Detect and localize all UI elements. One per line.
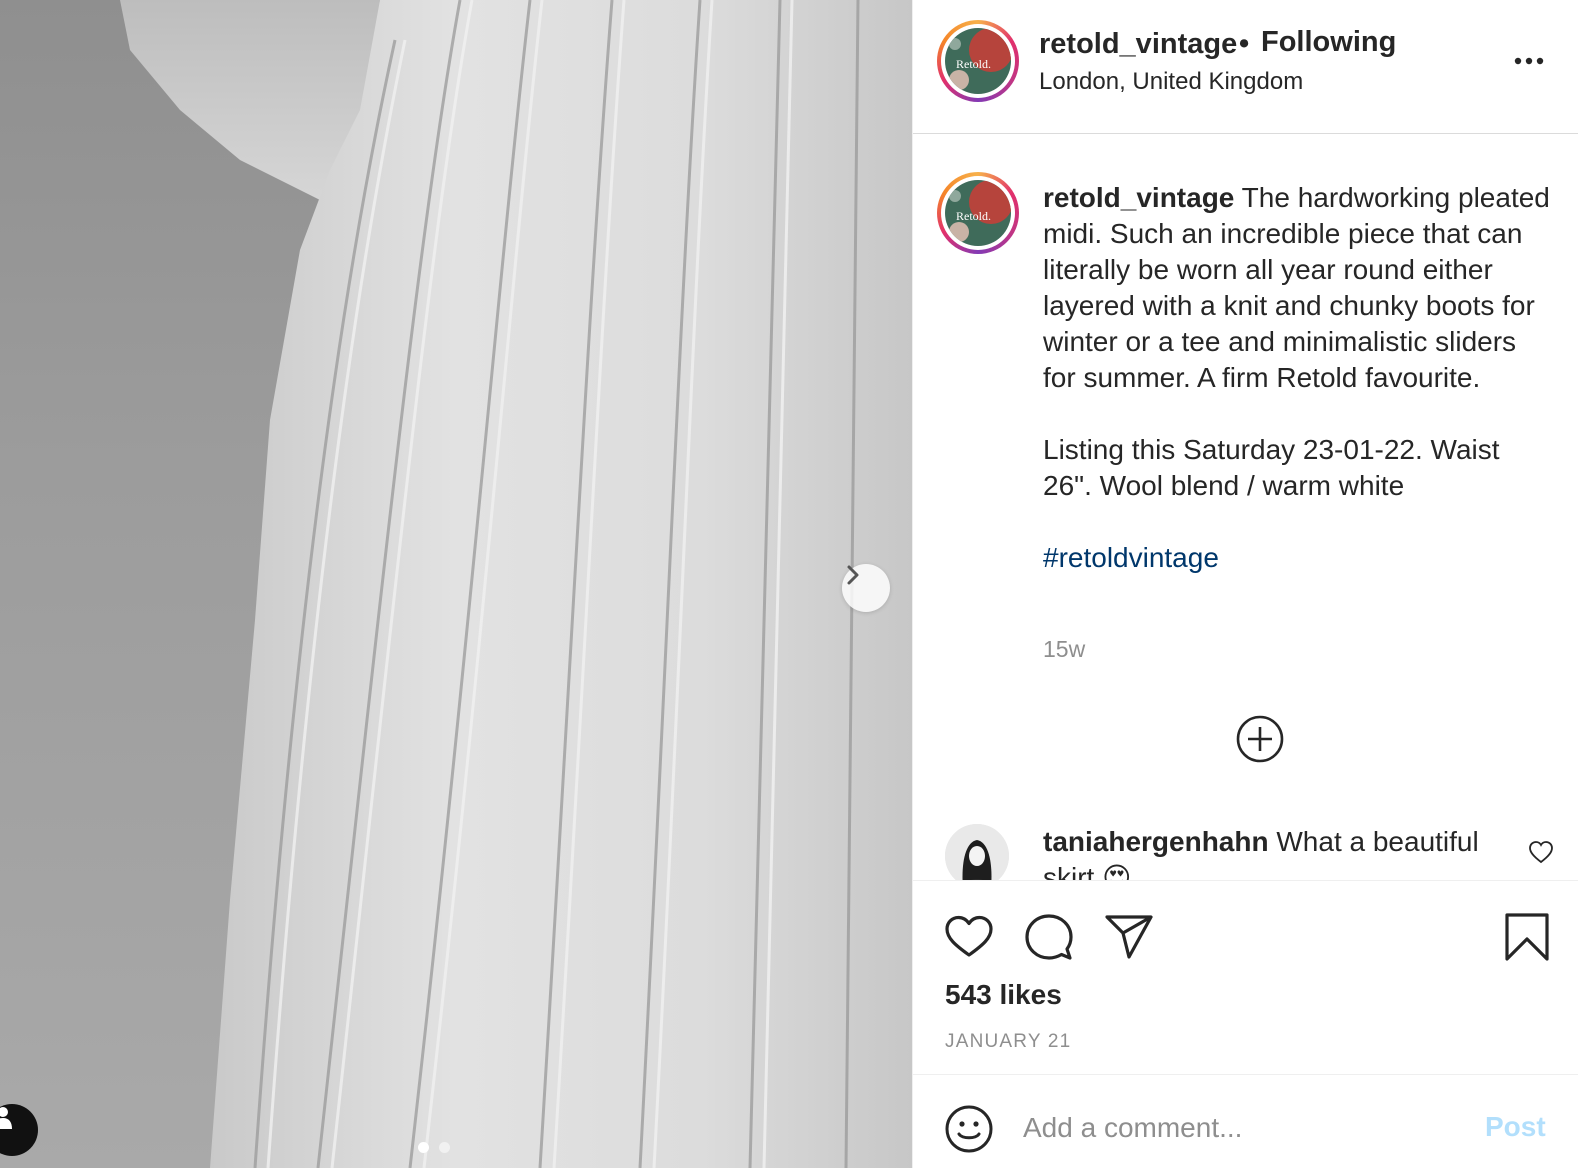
post-actions: 543 likes JANUARY 21 <box>913 880 1578 1074</box>
following-button[interactable]: Following <box>1261 26 1396 59</box>
header-username[interactable]: retold_vintage <box>1039 28 1237 61</box>
emoji-button[interactable] <box>943 1103 995 1155</box>
paper-plane-icon <box>1105 915 1153 959</box>
comments-section[interactable]: Retold. retold_vintage The hardworking p… <box>913 134 1578 880</box>
post-details-panel: Retold. retold_vintage • Following Londo… <box>912 0 1578 1168</box>
caption-age: 15w <box>1043 636 1086 662</box>
post-date[interactable]: JANUARY 21 <box>945 1031 1071 1053</box>
caption-paragraph-2: Listing this Saturday 23-01-22. Waist 26… <box>1043 434 1500 501</box>
next-image-button[interactable] <box>842 564 890 612</box>
retold-logo-icon: Retold. <box>945 180 1011 246</box>
comment-username[interactable]: taniahergenhahn <box>1043 826 1269 857</box>
post-comment-button[interactable]: Post <box>1485 1111 1546 1143</box>
svg-text:Retold.: Retold. <box>956 57 991 71</box>
pleated-skirt-image <box>120 0 912 1168</box>
post-photo[interactable] <box>0 0 912 1168</box>
plus-circle-icon <box>1236 715 1284 763</box>
add-comment-bar: Post <box>913 1074 1578 1168</box>
caption-paragraph-1: The hardworking pleated midi. Such an in… <box>1043 182 1550 393</box>
bookmark-icon <box>1505 913 1549 961</box>
like-button[interactable] <box>943 911 995 963</box>
carousel-dot <box>439 1142 450 1153</box>
smiley-icon <box>945 1105 993 1153</box>
comment-item: taniahergenhahn What a beautiful skirt 😍 <box>945 824 1565 880</box>
svg-text:Retold.: Retold. <box>956 209 991 223</box>
load-more-comments-button[interactable] <box>1235 714 1285 764</box>
carousel-dot-active <box>418 1142 429 1153</box>
more-options-button[interactable] <box>1511 46 1547 76</box>
chevron-right-icon <box>847 565 859 585</box>
share-button[interactable] <box>1103 911 1155 963</box>
commenter-photo <box>945 824 1009 880</box>
comment-input[interactable] <box>1023 1105 1453 1151</box>
post-location[interactable]: London, United Kingdom <box>1039 68 1303 96</box>
more-horizontal-icon <box>1514 57 1544 65</box>
hashtag-link[interactable]: #retoldvintage <box>1043 542 1219 573</box>
comment-like-button[interactable] <box>1527 838 1555 866</box>
retold-logo-icon: Retold. <box>945 28 1011 94</box>
user-tag-icon <box>0 1107 12 1129</box>
profile-avatar[interactable]: Retold. <box>937 20 1019 102</box>
heart-outline-icon <box>1529 841 1553 864</box>
heart-icon <box>945 915 993 957</box>
likes-count[interactable]: 543 likes <box>945 979 1062 1011</box>
post-caption: retold_vintage The hardworking pleated m… <box>1043 180 1553 612</box>
commenter-avatar[interactable] <box>945 824 1009 880</box>
save-button[interactable] <box>1501 911 1553 963</box>
comment-bubble-icon <box>1025 914 1073 960</box>
carousel-indicator <box>418 1142 450 1153</box>
comment-button[interactable] <box>1023 911 1075 963</box>
caption-avatar[interactable]: Retold. <box>937 172 1019 254</box>
post-header: Retold. retold_vintage • Following Londo… <box>913 0 1578 134</box>
header-separator: • <box>1239 28 1250 60</box>
caption-username[interactable]: retold_vintage <box>1043 182 1234 213</box>
